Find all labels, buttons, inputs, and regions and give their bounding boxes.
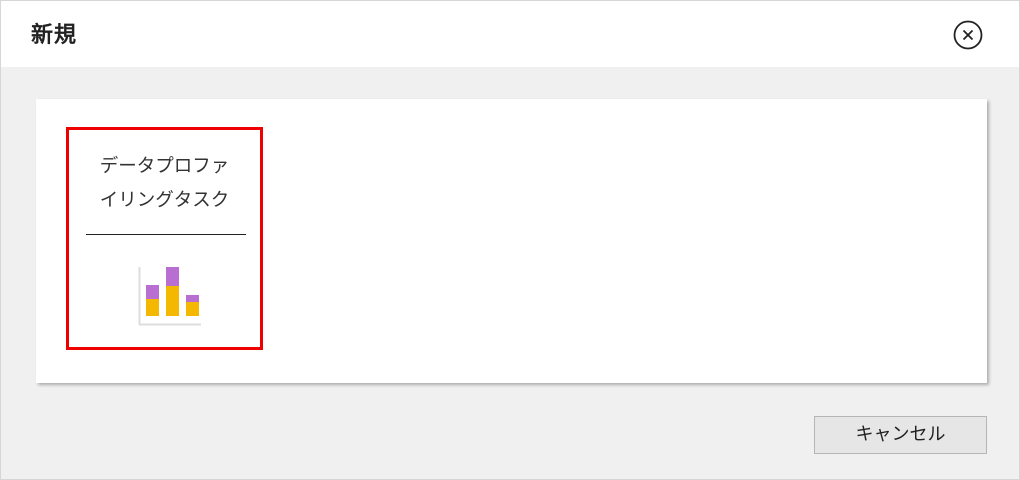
tile-label: データプロファ イリングタスク [99, 156, 230, 211]
task-type-panel: データプロファ イリングタスク [36, 99, 987, 383]
dialog-title: 新規 [31, 23, 78, 48]
data-profiling-chart-icon [131, 265, 203, 335]
cancel-button[interactable]: キャンセル [814, 416, 987, 454]
dialog-titlebar: 新規 [1, 1, 1019, 67]
tile-divider [86, 234, 246, 235]
tile-data-profiling-task[interactable]: データプロファ イリングタスク [66, 127, 263, 350]
close-button[interactable] [952, 19, 984, 51]
close-circle-icon [953, 20, 983, 50]
new-dialog: 新規 データプロファ イリングタスク キャンセル [0, 0, 1020, 480]
